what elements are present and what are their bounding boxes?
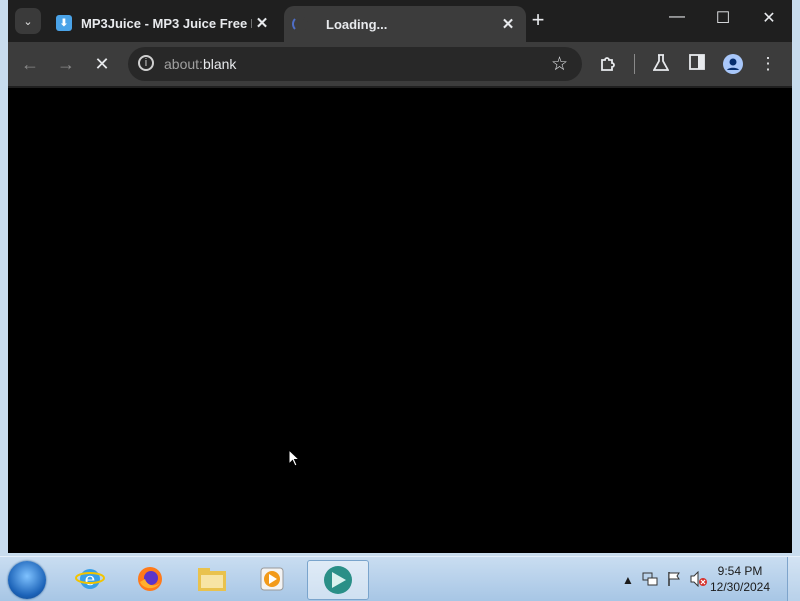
action-center-icon[interactable] [667, 571, 681, 590]
toolbar: ← → ✕ i about:blank ☆ ⋮ [8, 42, 792, 86]
forward-button[interactable]: → [54, 54, 78, 74]
firefox-icon[interactable] [134, 563, 166, 595]
tab-close-icon[interactable]: ✕ [252, 14, 272, 32]
tab-title: MP3Juice - MP3 Juice Free MP [81, 15, 252, 31]
toolbar-divider [634, 54, 635, 74]
chrome-frame: ⌄ ⬇ MP3Juice - MP3 Juice Free MP ✕ Loadi… [8, 0, 792, 553]
menu-icon[interactable]: ⋮ [758, 54, 778, 74]
minimize-button[interactable]: — [654, 8, 700, 32]
new-tab-button[interactable]: + [528, 9, 548, 32]
tab-loading[interactable]: Loading... ✕ [284, 6, 526, 42]
download-favicon: ⬇ [56, 15, 72, 31]
internet-explorer-icon[interactable]: e [74, 563, 106, 595]
start-orb-icon[interactable] [8, 561, 46, 599]
tab-strip: ⌄ ⬇ MP3Juice - MP3 Juice Free MP ✕ Loadi… [8, 0, 792, 42]
address-bar[interactable]: i about:blank ☆ [128, 47, 582, 81]
tray-arrow-icon[interactable]: ▲ [622, 573, 634, 587]
tab-search-icon[interactable]: ⌄ [15, 8, 41, 34]
tab-mp3juice[interactable]: ⬇ MP3Juice - MP3 Juice Free MP ✕ [48, 6, 280, 40]
close-window-button[interactable]: ✕ [746, 8, 792, 32]
page-content[interactable] [8, 88, 792, 553]
url-scheme: about: [164, 56, 203, 72]
labs-icon[interactable] [649, 54, 673, 74]
network-icon[interactable] [642, 571, 658, 590]
clock[interactable]: 9:54 PM 12/30/2024 [702, 563, 778, 595]
show-desktop-button[interactable] [787, 557, 800, 601]
url-path: blank [202, 56, 237, 72]
app-icon [324, 566, 352, 594]
maximize-button[interactable]: ☐ [700, 8, 746, 32]
tab-title: Loading... [326, 16, 388, 32]
loading-spinner-icon [292, 16, 308, 32]
bookmark-star-icon[interactable]: ☆ [551, 53, 568, 76]
extensions-icon[interactable] [596, 54, 620, 74]
tab-close-icon[interactable]: ✕ [498, 15, 518, 33]
active-app-button[interactable] [307, 560, 369, 600]
media-player-icon[interactable] [256, 563, 288, 595]
browser-window: ⌄ ⬇ MP3Juice - MP3 Juice Free MP ✕ Loadi… [0, 0, 800, 556]
clock-time: 9:54 PM [717, 564, 763, 578]
file-explorer-icon[interactable] [196, 563, 228, 595]
clock-date: 12/30/2024 [709, 580, 771, 594]
profile-icon[interactable] [721, 54, 745, 74]
taskbar: e ▲ 9:54 PM 12/30/2024 [0, 556, 800, 601]
mouse-cursor-icon [288, 449, 300, 467]
back-button[interactable]: ← [18, 54, 42, 74]
stop-button[interactable]: ✕ [90, 54, 114, 74]
info-icon[interactable]: i [138, 55, 154, 71]
address-url[interactable]: about:blank [164, 56, 236, 72]
side-panel-icon[interactable] [685, 54, 709, 74]
